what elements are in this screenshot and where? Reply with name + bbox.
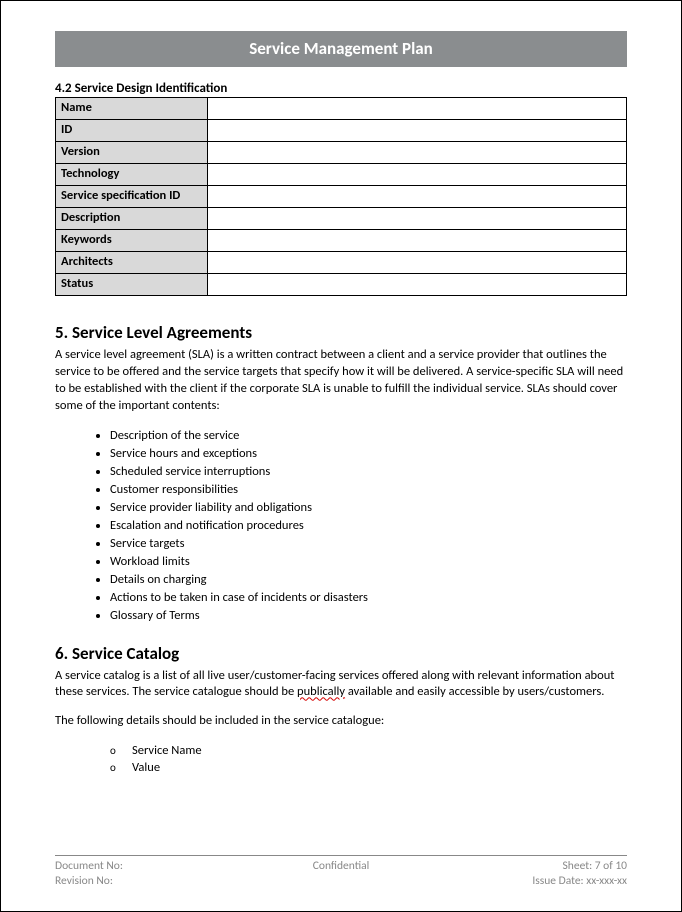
table-row: Version (56, 142, 627, 164)
list-item: Description of the service (110, 427, 627, 445)
spellcheck-word: publically (297, 684, 345, 699)
section-5-intro: A service level agreement (SLA) is a wri… (55, 347, 627, 415)
footer-blank (246, 874, 437, 889)
row-label: Keywords (56, 230, 208, 252)
list-item: Service targets (110, 535, 627, 553)
section-6-heading: 6. Service Catalog (55, 643, 627, 664)
list-item: Scheduled service interruptions (110, 463, 627, 481)
row-value (208, 230, 627, 252)
list-item: Value (110, 759, 627, 776)
list-item: Service provider liability and obligatio… (110, 499, 627, 517)
row-label: Technology (56, 164, 208, 186)
page-footer: Document No: Confidential Sheet: 7 of 10… (55, 855, 627, 889)
row-value (208, 186, 627, 208)
list-item: Service Name (110, 742, 627, 759)
row-label: Description (56, 208, 208, 230)
list-item: Service hours and exceptions (110, 445, 627, 463)
list-item: Escalation and notification procedures (110, 517, 627, 535)
row-label: Status (56, 274, 208, 296)
row-value (208, 274, 627, 296)
list-item: Customer responsibilities (110, 481, 627, 499)
table-row: Architects (56, 252, 627, 274)
table-row: Description (56, 208, 627, 230)
service-design-id-table: Name ID Version Technology Service speci… (55, 97, 627, 296)
list-item: Details on charging (110, 571, 627, 589)
section-5-heading: 5. Service Level Agreements (55, 322, 627, 343)
table-row: ID (56, 120, 627, 142)
table-row: Service specification ID (56, 186, 627, 208)
section-6-intro: A service catalog is a list of all live … (55, 668, 627, 702)
row-label: Service specification ID (56, 186, 208, 208)
list-item: Glossary of Terms (110, 607, 627, 625)
table-row: Keywords (56, 230, 627, 252)
row-label: Architects (56, 252, 208, 274)
row-value (208, 252, 627, 274)
section-4-2-heading: 4.2 Service Design Identification (55, 81, 627, 96)
list-item: Workload limits (110, 553, 627, 571)
row-label: Version (56, 142, 208, 164)
footer-issue-date: Issue Date: xx-xxx-xx (436, 874, 627, 889)
row-value (208, 120, 627, 142)
table-row: Name (56, 98, 627, 120)
page-title: Service Management Plan (249, 38, 433, 59)
table-row: Technology (56, 164, 627, 186)
footer-doc-no: Document No: (55, 859, 246, 874)
section-5-list: Description of the service Service hours… (55, 427, 627, 625)
row-value (208, 208, 627, 230)
footer-rev-no: Revision No: (55, 874, 246, 889)
list-item: Actions to be taken in case of incidents… (110, 589, 627, 607)
row-value (208, 142, 627, 164)
row-label: Name (56, 98, 208, 120)
table-row: Status (56, 274, 627, 296)
intro-text-after: available and easily accessible by users… (345, 684, 604, 699)
row-value (208, 164, 627, 186)
page-title-bar: Service Management Plan (55, 31, 627, 67)
row-label: ID (56, 120, 208, 142)
footer-confidential: Confidential (246, 859, 437, 874)
section-6-list: Service Name Value (55, 742, 627, 776)
row-value (208, 98, 627, 120)
section-6-intro2: The following details should be included… (55, 713, 627, 730)
footer-sheet: Sheet: 7 of 10 (436, 859, 627, 874)
document-page: Service Management Plan 4.2 Service Desi… (1, 1, 681, 776)
